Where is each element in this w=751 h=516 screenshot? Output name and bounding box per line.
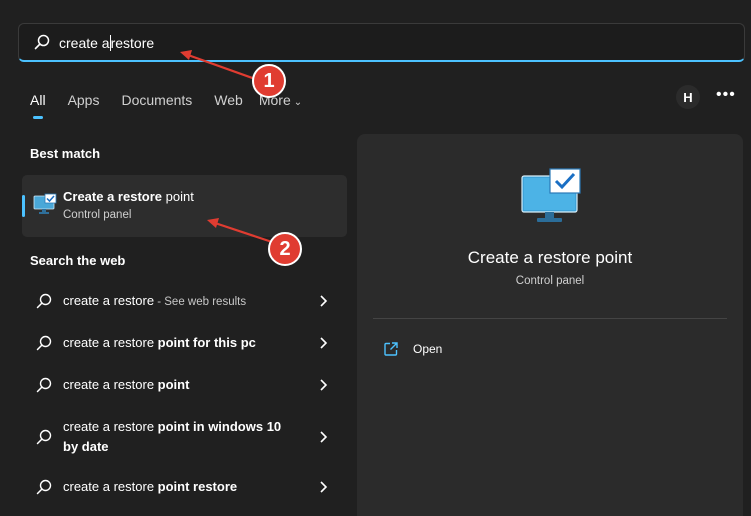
search-text-after-caret: restore [110,35,155,51]
account-avatar[interactable]: H [676,85,700,109]
open-label: Open [413,342,443,356]
tab-more[interactable]: More ⌄ [259,92,302,108]
suggestion-text: create a restore [63,335,158,350]
chevron-down-icon: ⌄ [293,97,303,108]
tab-apps[interactable]: Apps [68,92,100,108]
best-match-result[interactable]: Create a restore point Control panel [22,175,347,237]
more-options-icon[interactable]: ••• [716,86,736,104]
web-suggestion-item[interactable]: create a restore point for this pc [30,333,340,353]
chevron-right-icon [320,379,328,391]
web-suggestion-item[interactable]: create a restore - See web results [30,291,340,311]
search-icon [36,293,52,309]
divider [373,318,727,319]
suggestion-bold-text: point [157,377,190,392]
web-suggestion-item[interactable]: create a restore point in windows 10 by … [30,417,340,457]
best-match-subtitle: Control panel [63,209,132,221]
web-suggestion-label: create a restore point for this pc [63,333,303,353]
search-icon [36,335,52,351]
annotation-badge-2: 2 [268,232,302,266]
system-restore-icon [521,168,581,222]
tab-documents[interactable]: Documents [121,92,192,108]
selection-indicator [22,195,25,217]
details-title: Create a restore point [467,248,633,267]
web-suggestion-item[interactable]: create a restore point [30,375,340,395]
filter-tabs: All Apps Documents Web More ⌄ [30,88,324,119]
search-icon [34,34,50,50]
chevron-right-icon [320,431,328,443]
web-suggestion-item[interactable]: create a restore point restore [30,477,340,497]
search-text-before-caret: create a [59,35,110,51]
suggestion-text: create a restore [63,479,158,494]
web-suggestion-label: create a restore point [63,375,303,395]
suggestion-text: create a restore [63,377,158,392]
tab-all[interactable]: All [30,92,46,119]
open-action[interactable]: Open [383,340,442,358]
best-match-title-rest: point [162,189,194,204]
chevron-right-icon [320,481,328,493]
system-restore-icon [33,193,57,214]
search-web-heading: Search the web [30,253,126,268]
search-input[interactable]: create arestore [59,35,154,51]
open-external-icon [384,342,398,356]
best-match-title: Create a restore point [63,189,194,204]
best-match-heading: Best match [30,146,101,161]
suggestion-text: create a restore [63,419,158,434]
suggestion-hint: - See web results [154,296,247,308]
suggestion-text: create a restore [63,293,155,308]
web-suggestion-label: create a restore - See web results [63,291,303,312]
web-suggestion-label: create a restore point restore [63,477,303,497]
search-icon [36,377,52,393]
tab-web[interactable]: Web [214,92,243,108]
chevron-right-icon [320,337,328,349]
suggestion-bold-text: point for this pc [157,335,256,350]
tab-more-label: More [258,92,291,108]
details-panel: Create a restore point Control panel Ope… [357,134,743,516]
search-box[interactable]: create arestore [18,23,745,62]
details-subtitle: Control panel [515,275,585,287]
search-icon [36,479,52,495]
web-suggestion-label: create a restore point in windows 10 by … [63,417,288,457]
search-icon [36,429,52,445]
suggestion-bold-text: point restore [157,479,238,494]
best-match-title-bold: Create a restore [63,189,162,204]
chevron-right-icon [320,295,328,307]
